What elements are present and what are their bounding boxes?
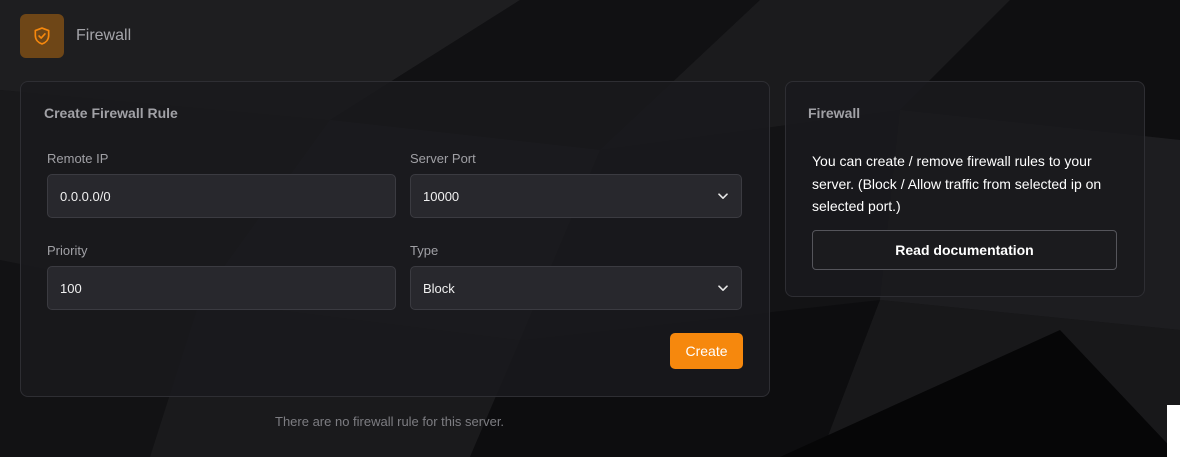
server-port-value: 10000 xyxy=(423,188,460,204)
chevron-down-icon xyxy=(717,190,729,202)
priority-label: Priority xyxy=(47,243,88,258)
priority-input[interactable] xyxy=(47,266,396,310)
create-rule-card: Create Firewall Rule Remote IP Server Po… xyxy=(20,81,770,397)
firewall-info-card: Firewall You can create / remove firewal… xyxy=(785,81,1145,297)
chevron-down-icon xyxy=(717,282,729,294)
type-label: Type xyxy=(410,243,439,258)
empty-rules-message: There are no firewall rule for this serv… xyxy=(275,414,505,429)
type-value: Block xyxy=(423,280,455,296)
page-title: Firewall xyxy=(76,27,132,44)
server-port-select[interactable]: 10000 xyxy=(410,174,742,218)
info-description: You can create / remove firewall rules t… xyxy=(812,153,1102,214)
remote-ip-label: Remote IP xyxy=(47,151,109,166)
read-documentation-button[interactable]: Read documentation xyxy=(812,230,1117,270)
remote-ip-input[interactable] xyxy=(47,174,396,218)
create-button[interactable]: Create xyxy=(670,333,743,369)
page-header: Firewall xyxy=(20,14,131,58)
shield-check-icon xyxy=(20,14,64,58)
create-rule-title: Create Firewall Rule xyxy=(44,105,178,121)
type-select[interactable]: Block xyxy=(410,266,742,310)
info-title: Firewall xyxy=(808,105,861,121)
server-port-label: Server Port xyxy=(410,151,476,166)
edge-strip xyxy=(1167,405,1180,457)
